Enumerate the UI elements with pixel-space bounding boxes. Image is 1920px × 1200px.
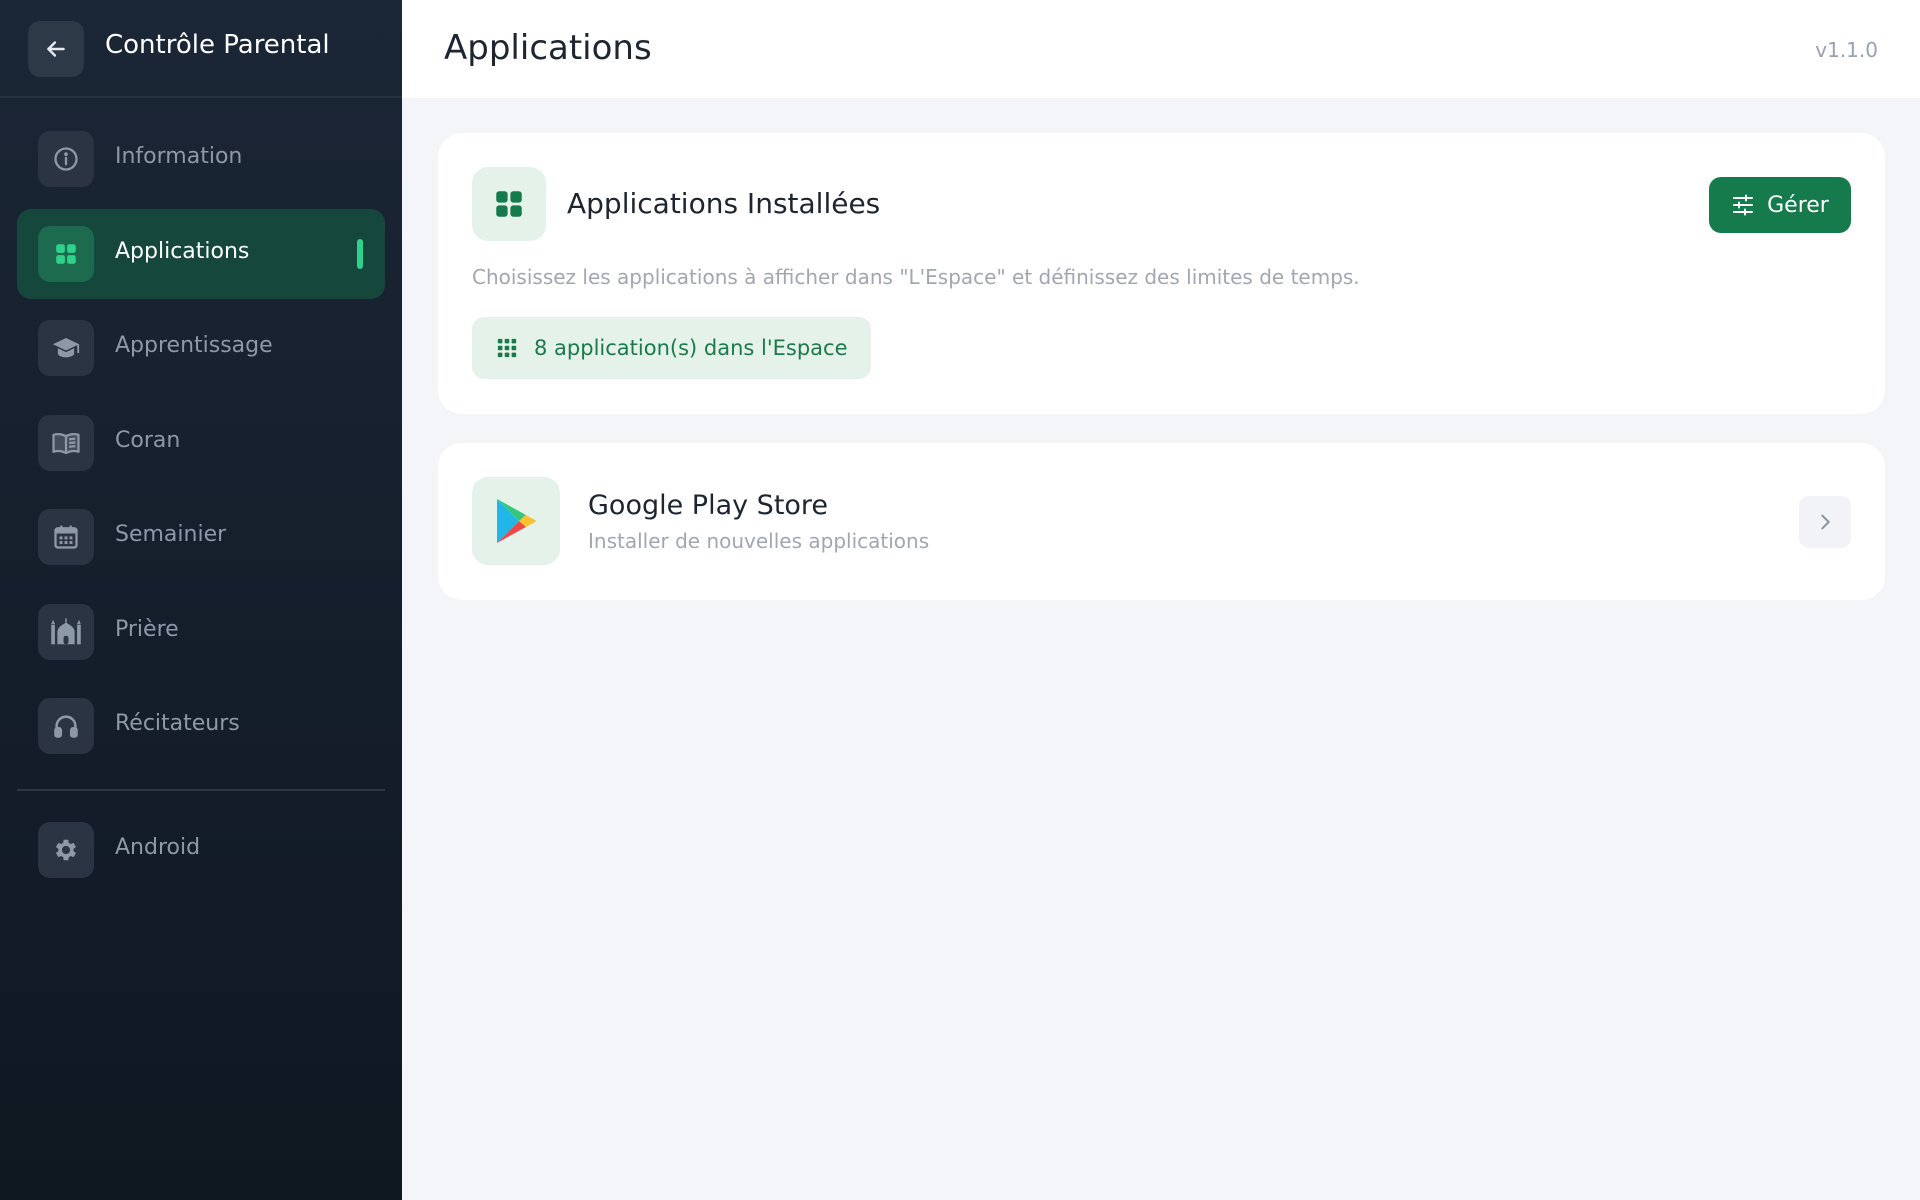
sliders-icon (1733, 194, 1754, 216)
book-icon (38, 415, 94, 471)
manage-button-label: Gérer (1767, 192, 1829, 218)
gear-icon (38, 822, 94, 878)
chevron-right-icon (1821, 514, 1830, 530)
installed-apps-card: Applications Installées Gérer Choisissez… (438, 133, 1885, 414)
headphones-icon (38, 698, 94, 754)
mosque-icon (38, 604, 94, 660)
sidebar-item-information[interactable]: Information (17, 114, 385, 204)
play-store-icon (472, 477, 560, 565)
apps-count-chip[interactable]: 8 application(s) dans l'Espace (472, 317, 872, 379)
page-title: Applications (444, 28, 652, 68)
calendar-icon (38, 509, 94, 565)
version-label: v1.1.0 (1815, 38, 1878, 62)
open-play-store-button[interactable] (1799, 496, 1851, 548)
sidebar-item-label: Apprentissage (115, 333, 273, 358)
back-button[interactable] (28, 21, 84, 77)
sidebar-item-recitateurs[interactable]: Récitateurs (17, 681, 385, 771)
sidebar-item-label: Semainier (115, 522, 227, 547)
card-description: Choisissez les applications à afficher d… (472, 265, 1360, 289)
grid-icon (472, 167, 546, 241)
sidebar-item-label: Coran (115, 428, 181, 453)
play-store-card[interactable]: Google Play Store Installer de nouvelles… (438, 443, 1885, 600)
arrow-left-icon (47, 41, 65, 57)
sidebar-divider (17, 789, 385, 791)
apps-count-label: 8 application(s) dans l'Espace (534, 336, 848, 360)
active-indicator (357, 239, 363, 269)
sidebar: Contrôle Parental Information Applicatio… (0, 0, 402, 1200)
sidebar-item-label: Prière (115, 617, 179, 642)
manage-button[interactable]: Gérer (1709, 177, 1851, 233)
top-bar: Applications v1.1.0 (402, 0, 1920, 98)
sidebar-item-label: Information (115, 144, 243, 169)
play-store-title: Google Play Store (588, 490, 829, 521)
sidebar-title: Contrôle Parental (105, 30, 330, 60)
play-store-subtitle: Installer de nouvelles applications (588, 529, 930, 553)
sidebar-item-label: Récitateurs (115, 711, 240, 736)
graduation-cap-icon (38, 320, 94, 376)
sidebar-item-apprentissage[interactable]: Apprentissage (17, 303, 385, 393)
sidebar-header: Contrôle Parental (0, 0, 402, 98)
sidebar-item-priere[interactable]: Prière (17, 587, 385, 677)
sidebar-item-applications[interactable]: Applications (17, 209, 385, 299)
sidebar-item-semainier[interactable]: Semainier (17, 492, 385, 582)
sidebar-item-label: Android (115, 835, 201, 860)
sidebar-item-label: Applications (115, 239, 250, 264)
apps-dots-icon (497, 338, 517, 358)
sidebar-item-coran[interactable]: Coran (17, 398, 385, 488)
info-icon (38, 131, 94, 187)
sidebar-item-android[interactable]: Android (17, 805, 385, 895)
card-title: Applications Installées (567, 187, 881, 220)
grid-icon (38, 226, 94, 282)
